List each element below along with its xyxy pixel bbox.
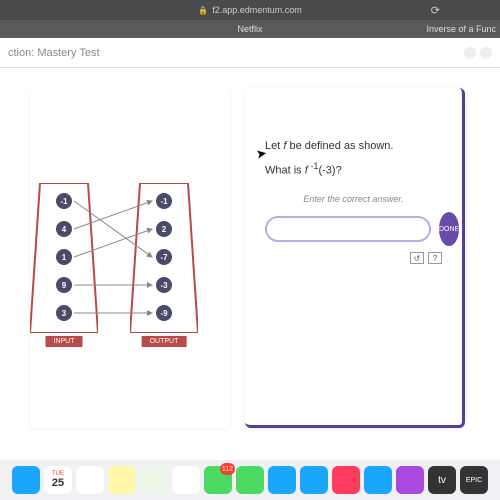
dock-maps-icon[interactable] xyxy=(140,466,168,494)
answer-row: DONE xyxy=(245,212,462,246)
page-header: ction: Mastery Test xyxy=(0,38,500,68)
question-panel: Let f be defined as shown. What is f -1(… xyxy=(245,88,465,428)
undo-button[interactable]: ↺ xyxy=(410,252,424,264)
tab-bar: Netflix Inverse of a Func xyxy=(0,20,500,38)
dock-facetime-icon[interactable] xyxy=(236,466,264,494)
helper-row: ↺ ? xyxy=(245,246,462,264)
help-button[interactable]: ? xyxy=(428,252,442,264)
done-button[interactable]: DONE xyxy=(439,212,459,246)
tab-netflix[interactable]: Netflix xyxy=(237,24,262,34)
browser-chrome: 🔒 f2.app.edmentum.com ⟳ xyxy=(0,0,500,20)
content-area: INPUT -1 4 1 9 3 OUTPUT -1 2 -7 -3 -9 xyxy=(0,68,500,460)
dock-reminders-icon[interactable] xyxy=(76,466,104,494)
answer-instruction: Enter the correct answer. xyxy=(245,176,462,212)
dock-mail-icon[interactable] xyxy=(300,466,328,494)
header-dot-icon[interactable] xyxy=(480,47,492,59)
tab-inverse[interactable]: Inverse of a Func xyxy=(426,24,496,34)
dock-appletv-icon[interactable]: tv xyxy=(428,466,456,494)
lock-icon: 🔒 xyxy=(198,6,208,15)
badge: 112 xyxy=(220,463,235,475)
dock-messages-icon[interactable]: 112 xyxy=(204,466,232,494)
question-line2: What is f -1(-3)? xyxy=(245,161,462,177)
url-text: f2.app.edmentum.com xyxy=(212,5,302,15)
reload-icon[interactable]: ⟳ xyxy=(431,4,440,17)
dock-appstore-icon[interactable] xyxy=(364,466,392,494)
dock-photos-icon[interactable] xyxy=(172,466,200,494)
url-bar: 🔒 f2.app.edmentum.com xyxy=(198,5,302,15)
answer-input[interactable] xyxy=(265,216,431,242)
dock-epic-icon[interactable]: EPIC xyxy=(460,466,488,494)
question-line1: Let f be defined as shown. xyxy=(245,88,462,161)
dock-podcasts-icon[interactable] xyxy=(396,466,424,494)
dock-finder-icon[interactable] xyxy=(12,466,40,494)
function-mapping-diagram: INPUT -1 4 1 9 3 OUTPUT -1 2 -7 -3 -9 xyxy=(30,183,210,363)
macos-dock: TUE25 112 tvEPIC xyxy=(0,460,500,500)
mapping-arrows xyxy=(30,183,210,343)
dock-calendar-icon[interactable]: TUE25 xyxy=(44,466,72,494)
page-title: ction: Mastery Test xyxy=(8,47,100,59)
dock-notes-icon[interactable] xyxy=(108,466,136,494)
header-dot-icon[interactable] xyxy=(464,47,476,59)
dock-safari-icon[interactable] xyxy=(268,466,296,494)
header-actions xyxy=(464,47,492,59)
dock-news-icon[interactable] xyxy=(332,466,360,494)
